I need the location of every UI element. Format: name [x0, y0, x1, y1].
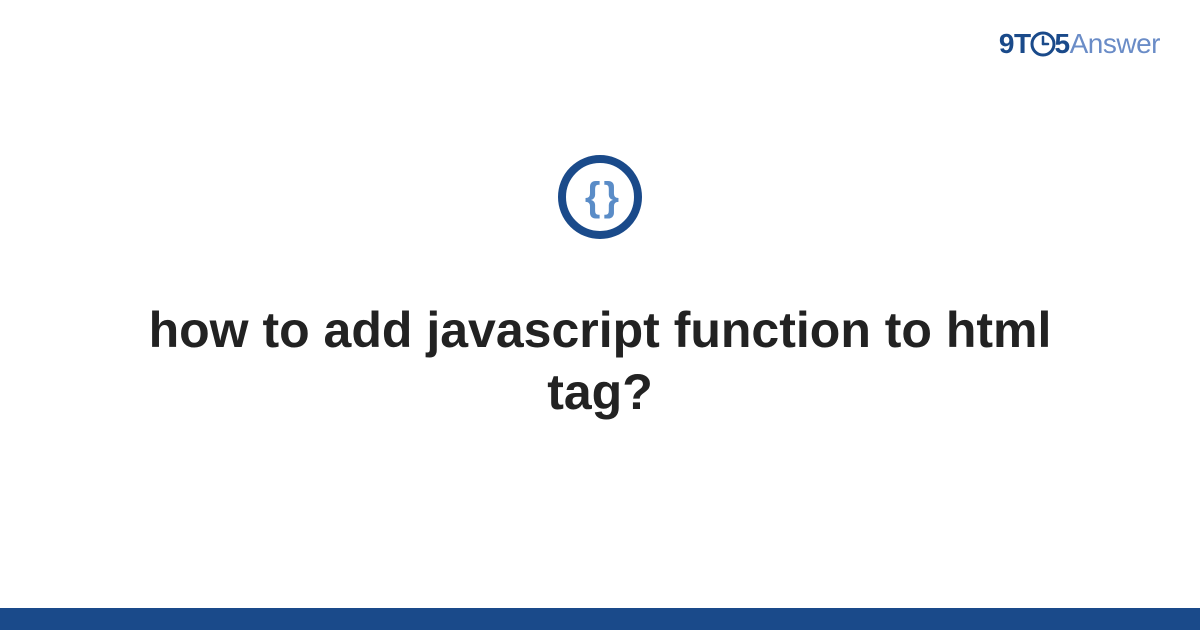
category-icon-circle: { } — [558, 155, 642, 239]
footer-bar — [0, 608, 1200, 630]
braces-icon: { } — [585, 177, 615, 217]
main-content: { } how to add javascript function to ht… — [0, 0, 1200, 608]
question-title: how to add javascript function to html t… — [100, 299, 1100, 424]
